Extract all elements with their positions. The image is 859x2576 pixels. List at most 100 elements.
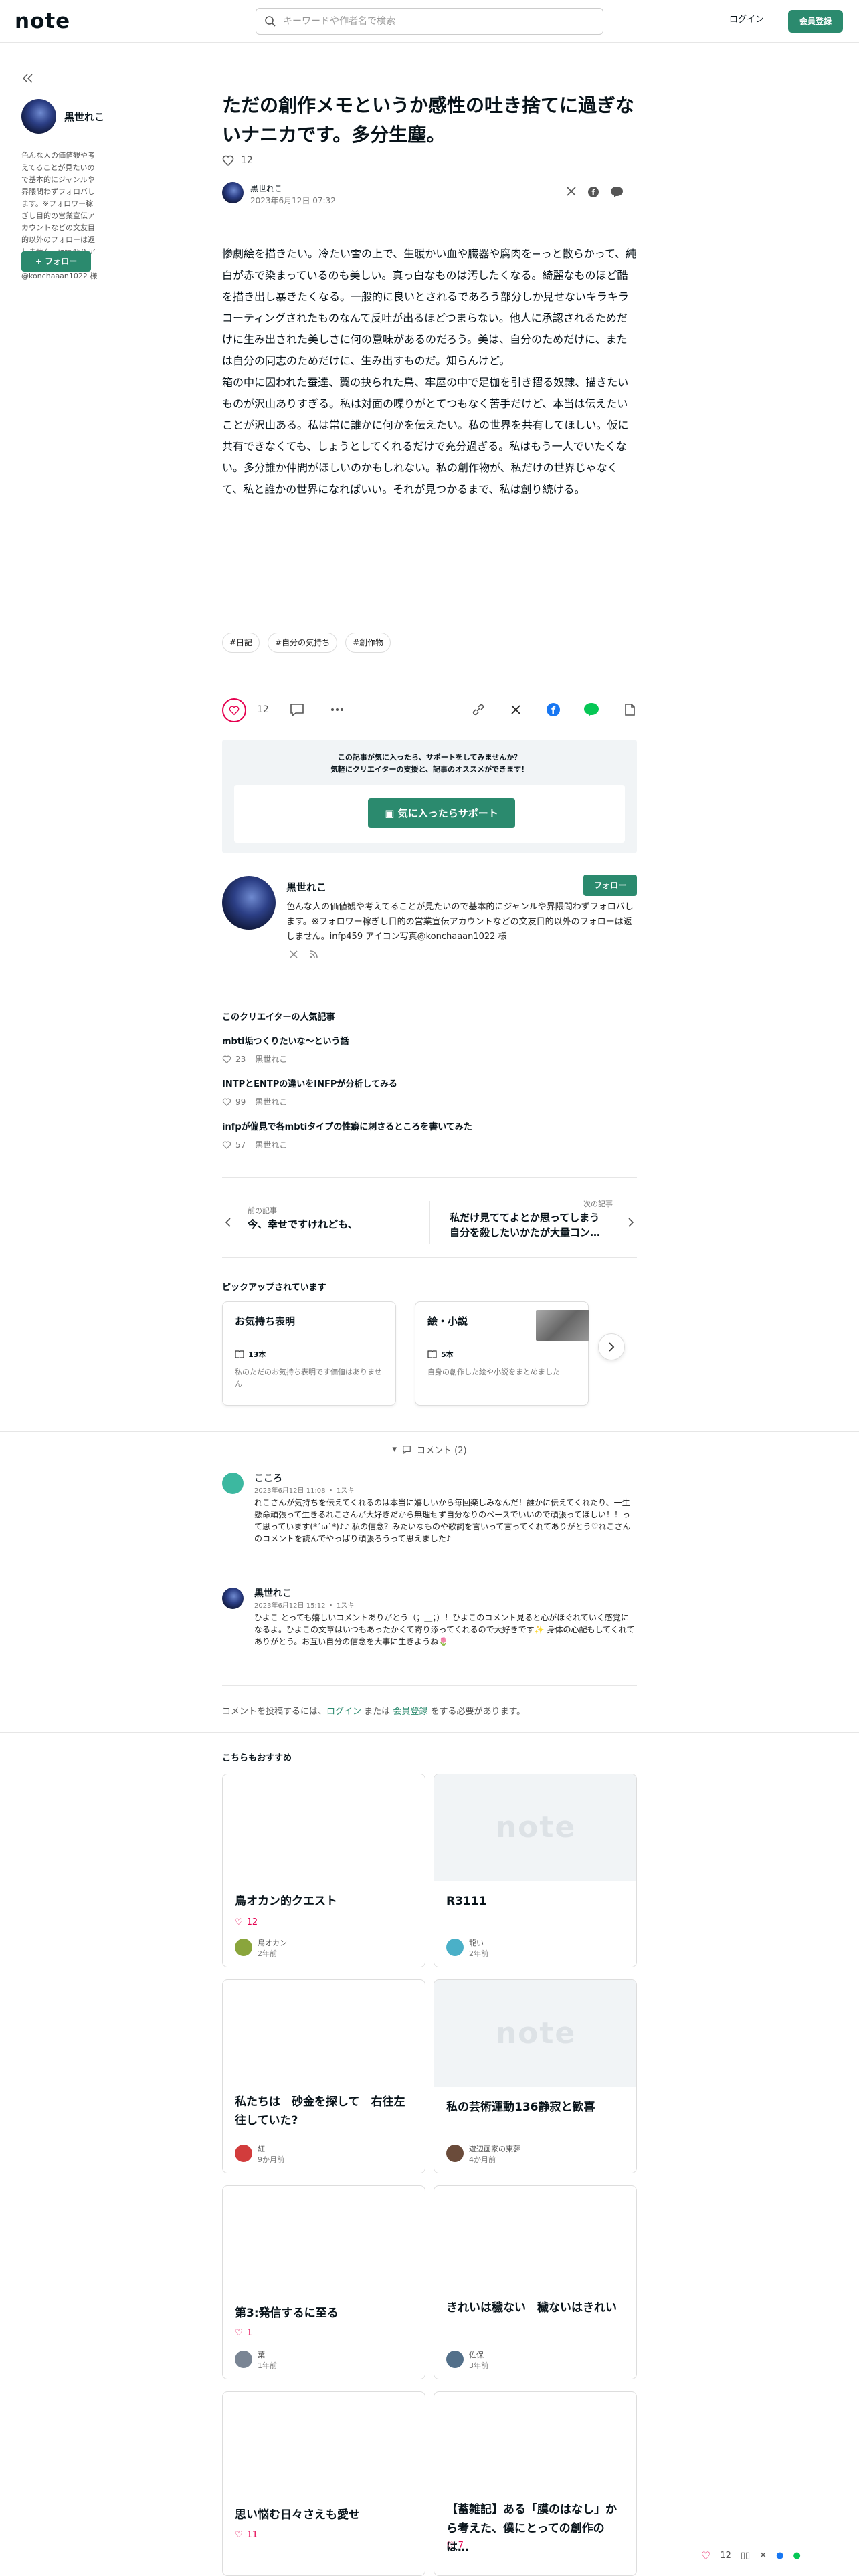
article-title: ただの創作メモというか感性の吐き捨てに過ぎないナニカです。多分生塵。 <box>222 94 635 146</box>
magazine-icon[interactable]: ▯▯ <box>741 2551 750 2561</box>
heart-icon: ♡ <box>235 2328 243 2338</box>
popular-article[interactable]: mbti垢つくりたいな〜という話 23 黒世れこ <box>222 1034 637 1065</box>
x-share-icon[interactable] <box>508 702 523 717</box>
pickup-title: 絵・小説 <box>427 1315 468 1327</box>
search-input[interactable] <box>283 14 591 29</box>
recommend-card[interactable]: 【蓄雑記】ある「膜のはなし」から考えた、僕にとっての創作のは… ♡ 7 <box>434 2391 637 2576</box>
x-profile-icon[interactable] <box>289 950 298 959</box>
next-title-line1: 私だけ見ててよとか思ってしまう <box>450 1212 600 1224</box>
article-like-summary[interactable]: 12 <box>222 155 253 166</box>
pickup-desc: 私のただのお気持ち表明です価値はありません <box>235 1368 382 1388</box>
support-button[interactable]: ▣ 気に入ったらサポート <box>368 798 515 828</box>
pickup-magazine-card[interactable]: お気持ち表明 13本 私のただのお気持ち表明です価値はありません <box>222 1301 396 1406</box>
book-icon <box>427 1350 437 1358</box>
next-title-line2: 自分を殺したいかたが大量コン… <box>450 1226 601 1239</box>
recommend-card[interactable]: 鳥オカン的クエスト ♡ 12 鳥オカン 2年前 <box>222 1774 425 1967</box>
link-copy-icon[interactable] <box>471 702 486 717</box>
floating-action-bar: ♡ 12 ▯▯ ✕ ● ● <box>701 2549 801 2562</box>
hashtag[interactable]: #日記 <box>222 633 260 653</box>
author-avatar[interactable] <box>222 182 244 203</box>
recommend-title: 思い悩む日々さえも愛せ <box>235 2508 360 2522</box>
recommend-likes: 12 <box>246 1917 258 1927</box>
pickup-magazine-card[interactable]: 絵・小説 5本 自身の創作した絵や小説をまとめました <box>415 1301 589 1406</box>
commenter-avatar[interactable] <box>222 1473 244 1494</box>
popular-article[interactable]: infpが偏見で各mbtiタイプの性癖に刺さるところを書いてみた 57 黒世れこ <box>222 1119 637 1150</box>
pickup-title: お気持ち表明 <box>235 1315 296 1327</box>
note-logo[interactable]: note <box>15 9 70 33</box>
heart-icon <box>229 706 240 716</box>
hashtag-list: #日記 #自分の気持ち #創作物 <box>222 633 391 653</box>
hashtag[interactable]: #創作物 <box>345 633 391 653</box>
like-button[interactable] <box>222 698 246 722</box>
body-paragraph: 惨劇絵を描きたい。冷たい雪の上で、生暖かい血や臓器や腐肉を−っと散らかって、純白… <box>222 247 637 367</box>
recommend-card[interactable]: 第3:発信するに至る ♡ 1 葉 1年前 <box>222 2185 425 2379</box>
popular-article[interactable]: INTPとENTPの違いをINFPが分析してみる 99 黒世れこ <box>222 1077 637 1107</box>
comment-text: ひよこ とっても嬉しいコメントありがとう（；＿；）！ひよこのコメント見ると心がほ… <box>254 1613 635 1646</box>
recommend-ago: 4か月前 <box>469 2155 496 2164</box>
popular-article-author: 黒世れこ <box>255 1140 288 1150</box>
chevron-left-icon <box>225 1218 231 1227</box>
share-buttons-top: f <box>566 186 624 198</box>
creator-avatar[interactable] <box>222 876 276 930</box>
recommend-title: R3111 <box>446 1895 487 1908</box>
line-share-icon[interactable] <box>610 186 624 198</box>
recommend-card[interactable]: note R3111 龍い 2年前 <box>434 1774 637 1967</box>
x-share-icon[interactable] <box>566 186 577 197</box>
commenter-name[interactable]: 黒世れこ <box>254 1586 292 1600</box>
heart-icon <box>222 1055 231 1063</box>
line-share-icon[interactable] <box>583 702 599 717</box>
recommend-user-avatar <box>446 1939 464 1956</box>
line-share-icon[interactable]: ● <box>793 2551 800 2561</box>
facebook-share-icon[interactable]: f <box>546 702 561 717</box>
note-text: または <box>364 1707 391 1717</box>
recommend-card[interactable]: 私たちは 砂金を探して 右往左往していた? 紅 9か月前 <box>222 1979 425 2173</box>
creator-follow-button[interactable]: フォロー <box>583 875 637 896</box>
recommend-heading: こちらもおすすめ <box>222 1753 292 1763</box>
comments-toggle[interactable]: ▾ コメント (2) <box>0 1443 859 1456</box>
note-login-link[interactable]: ログイン <box>326 1707 361 1717</box>
divider <box>222 1177 637 1178</box>
author-name[interactable]: 黒世れこ <box>250 183 282 194</box>
placeholder-thumbnail: note <box>434 1774 636 1881</box>
next-label: 次の記事 <box>583 1200 613 1208</box>
heart-icon: ♡ <box>235 1917 243 1927</box>
prev-article-link[interactable]: 前の記事 今、幸せですけれども、 <box>222 1198 423 1247</box>
more-icon[interactable] <box>329 702 345 717</box>
recommend-card[interactable]: 思い悩む日々さえも愛せ ♡ 11 <box>222 2391 425 2576</box>
login-link[interactable]: ログイン <box>729 12 764 25</box>
embed-icon[interactable] <box>622 702 637 717</box>
signup-button[interactable]: 会員登録 <box>788 10 843 33</box>
collapse-sidebar-icon[interactable] <box>23 74 33 83</box>
facebook-share-icon[interactable]: f <box>587 186 599 198</box>
prev-label: 前の記事 <box>248 1206 277 1215</box>
recommend-card[interactable]: note 私の芸術運動136静寂と歓喜 遊辺画家の東夢 4か月前 <box>434 1979 637 2173</box>
rss-icon[interactable] <box>309 950 318 959</box>
creator-name[interactable]: 黒世れこ <box>286 880 326 894</box>
recommend-user-avatar <box>446 2145 464 2162</box>
note-signup-link[interactable]: 会員登録 <box>393 1707 427 1717</box>
comment-icon[interactable] <box>289 702 305 717</box>
heart-icon: ♡ <box>235 2530 243 2540</box>
sidebar-follow-button[interactable]: + フォロー <box>21 251 91 272</box>
next-article-link[interactable]: 次の記事 私だけ見ててよとか思ってしまう 自分を殺したいかたが大量コン… <box>436 1198 637 1247</box>
sidebar-creator-name[interactable]: 黒世れこ <box>64 110 104 124</box>
heart-icon[interactable] <box>222 155 234 166</box>
hashtag[interactable]: #自分の気持ち <box>268 633 338 653</box>
sidebar-avatar[interactable] <box>21 99 56 134</box>
pickup-desc: 自身の創作した絵や小説をまとめました <box>427 1368 560 1376</box>
heart-icon <box>222 1141 231 1149</box>
x-share-icon[interactable]: ✕ <box>759 2551 767 2561</box>
commenter-name[interactable]: こころ <box>254 1471 282 1485</box>
comment-text: れこさんが気持ちを伝えてくれるのは本当に嬉しいから毎回楽しみなんだ！誰かに伝えて… <box>254 1498 631 1543</box>
search-box[interactable] <box>256 8 603 35</box>
pickup-count: 13本 <box>248 1350 266 1359</box>
commenter-avatar[interactable] <box>222 1588 244 1609</box>
recommend-title: 私の芸術運動136静寂と歓喜 <box>446 2101 595 2114</box>
heart-icon[interactable]: ♡ <box>701 2549 710 2562</box>
facebook-share-icon[interactable]: ● <box>776 2551 783 2561</box>
recommend-card[interactable]: きれいは穢ない 穢ないはきれい 佐保 3年前 <box>434 2185 637 2379</box>
recommend-user-avatar <box>446 2351 464 2368</box>
recommend-ago: 1年前 <box>258 2361 277 2370</box>
pickup-next-button[interactable] <box>598 1333 625 1360</box>
support-heading: この記事が気に入ったら、サポートをしてみませんか？ <box>337 753 522 762</box>
